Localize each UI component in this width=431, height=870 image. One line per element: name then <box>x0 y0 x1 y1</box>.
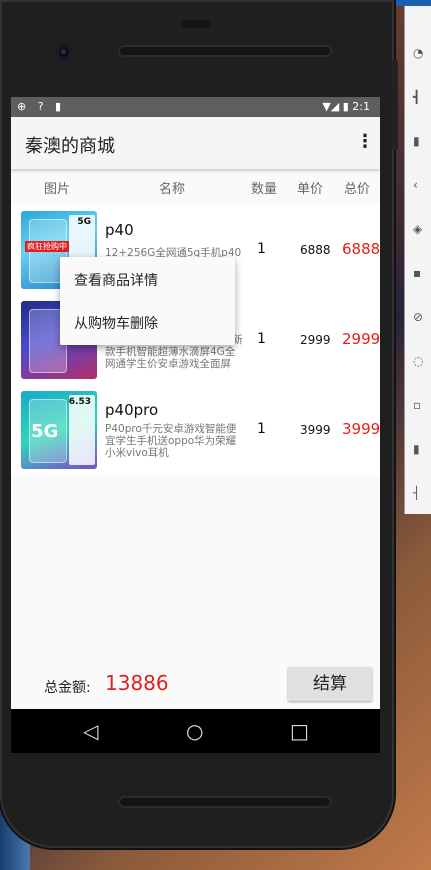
background-icon: ◈ <box>413 222 423 236</box>
product-total-price: 6888 <box>342 240 380 258</box>
home-icon[interactable]: ○ <box>186 719 203 743</box>
header-total-price: 总价 <box>344 182 371 197</box>
phone-earpiece <box>118 45 332 57</box>
more-vert-icon[interactable]: ⋮ <box>356 130 374 154</box>
background-icon: ▫ <box>413 398 422 412</box>
app-bar: 秦澳的商城 ⋮ <box>11 117 380 169</box>
5g-label: 5G <box>31 421 59 442</box>
menu-item-remove-from-cart[interactable]: 从购物车删除 <box>74 313 158 333</box>
promo-badge: 疯狂抢购中 <box>25 241 69 252</box>
background-window: ◔ ┫ ▮ ‹ ◈ ▪ ⊘ ◌ ▫ ▮ ┤ <box>404 6 431 514</box>
android-nav-bar: ◁ ○ □ <box>11 709 380 753</box>
checkout-button[interactable]: 结算 <box>288 667 372 701</box>
background-icon: ▪ <box>413 266 422 280</box>
total-amount: 13886 <box>105 671 169 695</box>
status-time: ▼◢ ▮ 2:1 <box>322 100 370 113</box>
cart-footer: 总金额: 13886 结算 <box>11 657 380 705</box>
background-icon: ▮ <box>413 134 420 148</box>
background-icon: ┫ <box>413 90 421 104</box>
product-total-price: 3999 <box>342 420 380 438</box>
clock: 2:1 <box>352 100 370 113</box>
phone-side-button <box>392 60 398 150</box>
phone-speaker <box>118 796 332 808</box>
total-label: 总金额: <box>44 680 91 696</box>
app-title: 秦澳的商城 <box>25 136 115 157</box>
table-header: 图片 名称 数量 单价 总价 <box>11 169 380 205</box>
app-screen: ⊕ ? ▮ ▼◢ ▮ 2:1 秦澳的商城 ⋮ 图片 名称 数量 单价 总价 5G… <box>11 97 380 750</box>
product-total-price: 2999 <box>342 330 380 348</box>
product-desc: P40pro千元安卓游戏智能便宜学生手机送oppo华为荣耀小米vivo耳机 <box>105 423 237 459</box>
product-tag: 5G <box>77 217 91 227</box>
header-unit-price: 单价 <box>297 182 324 197</box>
recents-icon[interactable]: □ <box>290 719 309 743</box>
background-icon: ⊘ <box>413 310 424 324</box>
menu-item-view-details[interactable]: 查看商品详情 <box>74 270 158 290</box>
status-bar: ⊕ ? ▮ ▼◢ ▮ 2:1 <box>11 97 380 117</box>
product-name: p40 <box>105 221 134 239</box>
wifi-icon: ▼◢ ▮ <box>322 100 353 113</box>
product-unit-price: 3999 <box>300 423 331 437</box>
front-camera <box>56 44 72 60</box>
product-tag: 6.53 <box>68 397 91 407</box>
product-name: p40pro <box>105 401 159 419</box>
background-icon: ┤ <box>413 486 421 500</box>
background-icon: ◔ <box>413 46 424 60</box>
header-name: 名称 <box>159 182 186 197</box>
product-unit-price: 6888 <box>300 243 331 257</box>
background-icon: ‹ <box>413 178 418 192</box>
back-icon[interactable]: ◁ <box>83 719 98 743</box>
status-icons-left: ⊕ ? ▮ <box>17 100 66 113</box>
background-icon: ◌ <box>413 354 424 368</box>
product-quantity: 1 <box>257 241 266 257</box>
product-image: 6.53 5G <box>21 391 97 469</box>
product-quantity: 1 <box>257 421 266 437</box>
product-quantity: 1 <box>257 331 266 347</box>
phone-frame: ⊕ ? ▮ ▼◢ ▮ 2:1 秦澳的商城 ⋮ 图片 名称 数量 单价 总价 5G… <box>0 0 398 848</box>
background-icon: ▮ <box>413 442 420 456</box>
header-quantity: 数量 <box>251 182 278 197</box>
context-menu: 查看商品详情 从购物车删除 <box>60 257 235 345</box>
phone-sensor <box>182 20 210 28</box>
header-image: 图片 <box>44 182 71 197</box>
cart-row[interactable]: 6.53 5G p40pro P40pro千元安卓游戏智能便宜学生手机送oppo… <box>11 385 380 475</box>
product-unit-price: 2999 <box>300 333 331 347</box>
